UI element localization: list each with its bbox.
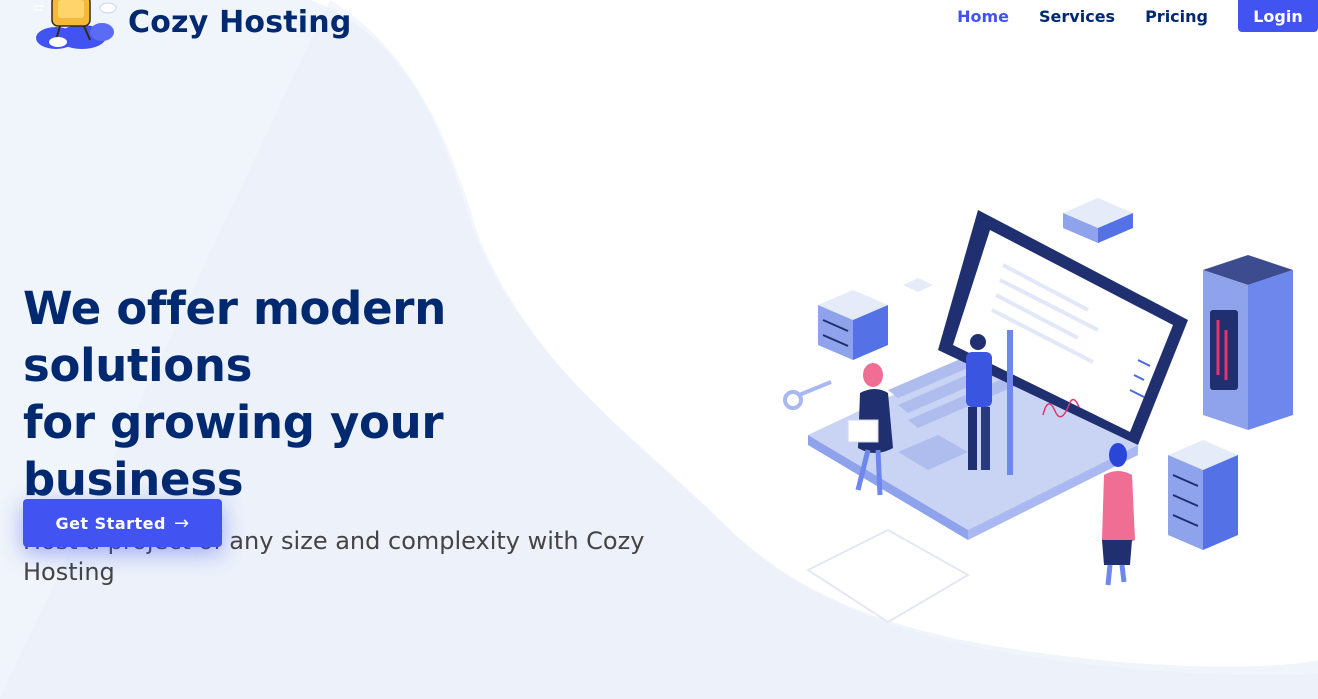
brand-name: Cozy Hosting: [128, 4, 352, 40]
main-nav: Home Services Pricing Login: [957, 0, 1318, 32]
nav-services[interactable]: Services: [1039, 7, 1115, 26]
nav-pricing[interactable]: Pricing: [1145, 7, 1208, 26]
login-button[interactable]: Login: [1238, 0, 1318, 32]
site-header: Cozy Hosting Home Services Pricing Login: [0, 0, 1318, 49]
armchair-on-cloud-icon: [34, 0, 117, 49]
arrow-right-icon: →: [173, 512, 190, 534]
brand-logo[interactable]: Cozy Hosting: [30, 0, 352, 50]
nav-home[interactable]: Home: [957, 7, 1009, 26]
hero-section: We offer modern solutions for growing yo…: [23, 280, 663, 588]
laptop-servers-people-icon: [783, 198, 1293, 624]
get-started-button[interactable]: Get Started →: [23, 499, 222, 547]
get-started-label: Get Started: [55, 513, 166, 533]
hero-title: We offer modern solutions for growing yo…: [23, 280, 663, 508]
hero-title-line-1: We offer modern solutions: [23, 282, 446, 392]
hero-title-line-2: for growing your business: [23, 396, 444, 506]
